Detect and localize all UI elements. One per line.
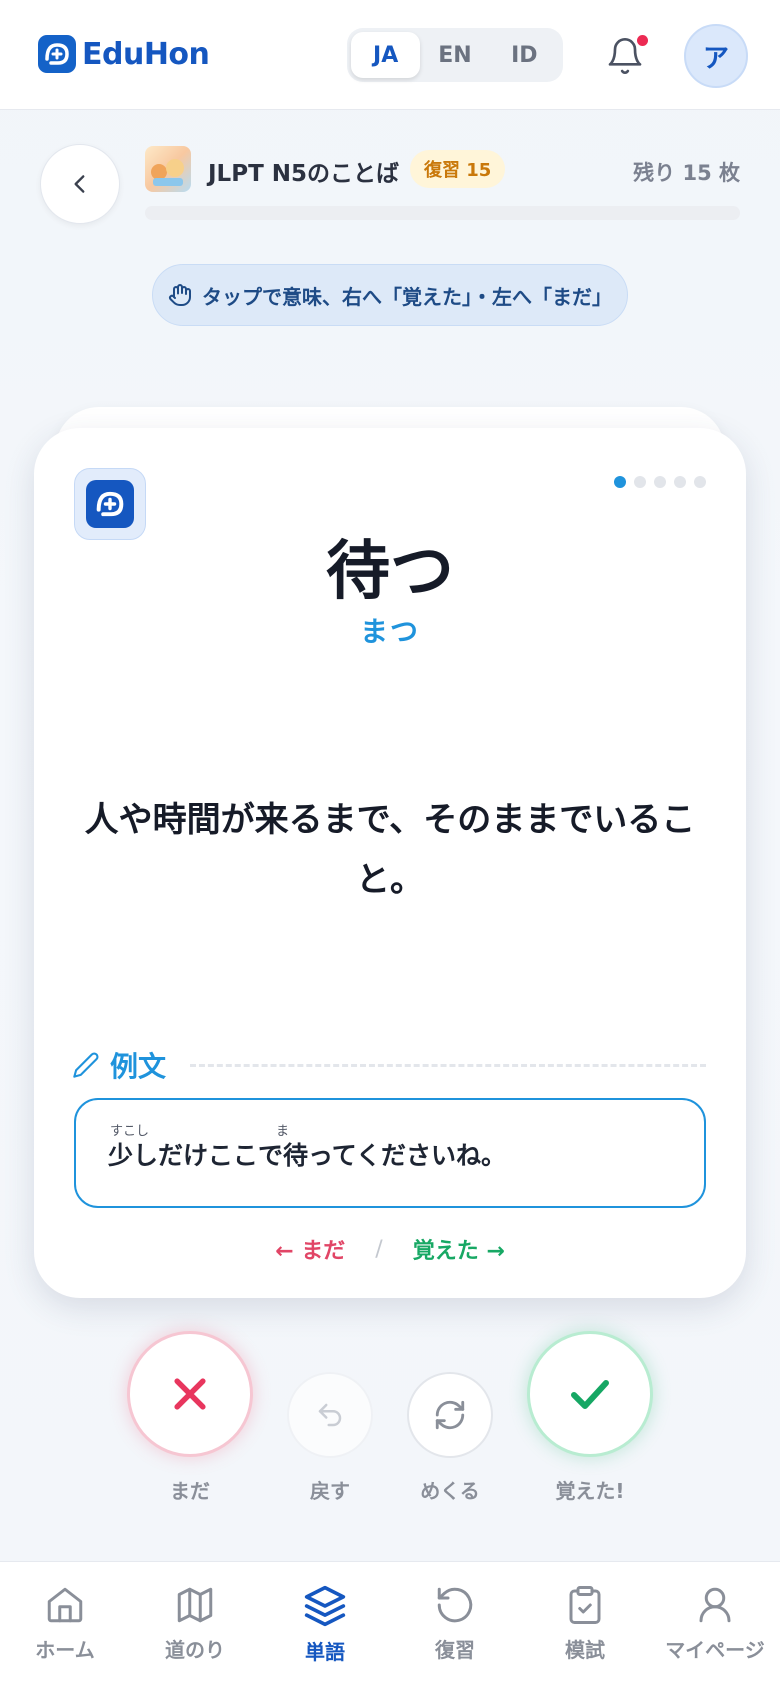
- map-icon: [177, 1587, 213, 1623]
- app-header: EduHon JA EN ID ア: [0, 0, 780, 110]
- language-option-en[interactable]: EN: [420, 32, 489, 78]
- layers-icon: [304, 1585, 346, 1627]
- nav-home-label: ホーム: [35, 1638, 95, 1662]
- card-page-indicator: [614, 476, 706, 488]
- vocab-meaning: 人や時間が来るまで、そのままでいること。: [84, 800, 696, 900]
- gesture-hint: タップで意味、右へ「覚えた」・左へ「まだ」: [152, 264, 628, 326]
- remaining-count: 残り 15 枚: [633, 161, 740, 185]
- page-dot-3: [654, 476, 666, 488]
- history-icon: [437, 1587, 473, 1623]
- chevron-left-icon: [74, 175, 85, 193]
- deck-title: JLPT N5のことば: [208, 161, 400, 187]
- user-avatar[interactable]: ア: [684, 24, 748, 88]
- got-it-button[interactable]: [527, 1331, 653, 1457]
- example-sentence-box: すこし ま 少しだけここで待ってくださいね。: [74, 1098, 706, 1208]
- undo-icon: [318, 1403, 342, 1427]
- logo-text: EduHon: [82, 36, 210, 72]
- language-option-ja[interactable]: JA: [351, 32, 421, 78]
- example-divider: [190, 1064, 706, 1067]
- review-count-badge: 復習 15: [410, 150, 506, 188]
- x-icon: [174, 1378, 206, 1410]
- not-yet-label: まだ: [170, 1479, 210, 1503]
- nav-home[interactable]: ホーム: [0, 1562, 130, 1688]
- language-option-id[interactable]: ID: [490, 32, 559, 78]
- bottom-navigation: ホーム 道のり 単語 復習 模試 マイページ: [0, 1561, 780, 1688]
- vocab-reading: まつ: [359, 615, 420, 648]
- pencil-icon: [73, 1052, 99, 1078]
- not-yet-button[interactable]: [127, 1331, 253, 1457]
- notification-dot: [637, 35, 648, 46]
- home-icon: [47, 1587, 83, 1623]
- refresh-icon: [435, 1400, 465, 1430]
- nav-my-page-label: マイページ: [665, 1638, 765, 1662]
- app-logo[interactable]: EduHon: [38, 35, 210, 73]
- clipboard-check-icon: [569, 1586, 601, 1624]
- nav-mock-exam[interactable]: 模試: [520, 1562, 650, 1688]
- example-sentence: 少しだけここで待ってくださいね。: [108, 1141, 507, 1170]
- deck-progress-bar: [145, 206, 740, 220]
- swipe-direction-hint: ← まだ / 覚えた →: [34, 1233, 746, 1265]
- undo-button[interactable]: [287, 1372, 373, 1458]
- deck-thumbnail: [145, 146, 191, 192]
- page-dot-2: [634, 476, 646, 488]
- vocab-word: 待つ: [326, 535, 454, 609]
- flash-card[interactable]: 待つ まつ 人や時間が来るまで、そのままでいること。 例文 すこし ま 少しだけ…: [34, 428, 746, 1298]
- nav-roadmap-label: 道のり: [165, 1638, 225, 1662]
- nav-vocabulary[interactable]: 単語: [260, 1562, 390, 1688]
- page-dot-1: [614, 476, 626, 488]
- flip-label: めくる: [420, 1479, 480, 1503]
- notification-button[interactable]: [603, 32, 648, 76]
- swipe-separator: /: [375, 1236, 383, 1262]
- nav-mock-exam-label: 模試: [565, 1638, 605, 1662]
- user-icon: [699, 1587, 731, 1623]
- example-label: 例文: [110, 1050, 167, 1083]
- nav-my-page[interactable]: マイページ: [650, 1562, 780, 1688]
- flip-button[interactable]: [407, 1372, 493, 1458]
- nav-review[interactable]: 復習: [390, 1562, 520, 1688]
- gesture-hint-text: タップで意味、右へ「覚えた」・左へ「まだ」: [202, 284, 612, 309]
- nav-review-label: 復習: [435, 1638, 475, 1662]
- swipe-left-label: ← まだ: [275, 1239, 346, 1264]
- language-switcher: JA EN ID: [347, 28, 563, 82]
- page-dot-5: [694, 476, 706, 488]
- nav-roadmap[interactable]: 道のり: [130, 1562, 260, 1688]
- hand-tap-icon: [169, 284, 191, 306]
- back-button[interactable]: [40, 144, 120, 224]
- page-dot-4: [674, 476, 686, 488]
- check-icon: [571, 1380, 609, 1409]
- logo-mark-icon: [38, 35, 76, 73]
- got-it-label: 覚えた!: [555, 1479, 625, 1503]
- example-section-header: 例文: [72, 1045, 166, 1085]
- swipe-right-label: 覚えた →: [412, 1239, 505, 1264]
- undo-label: 戻す: [310, 1479, 350, 1503]
- nav-vocabulary-label: 単語: [305, 1640, 345, 1664]
